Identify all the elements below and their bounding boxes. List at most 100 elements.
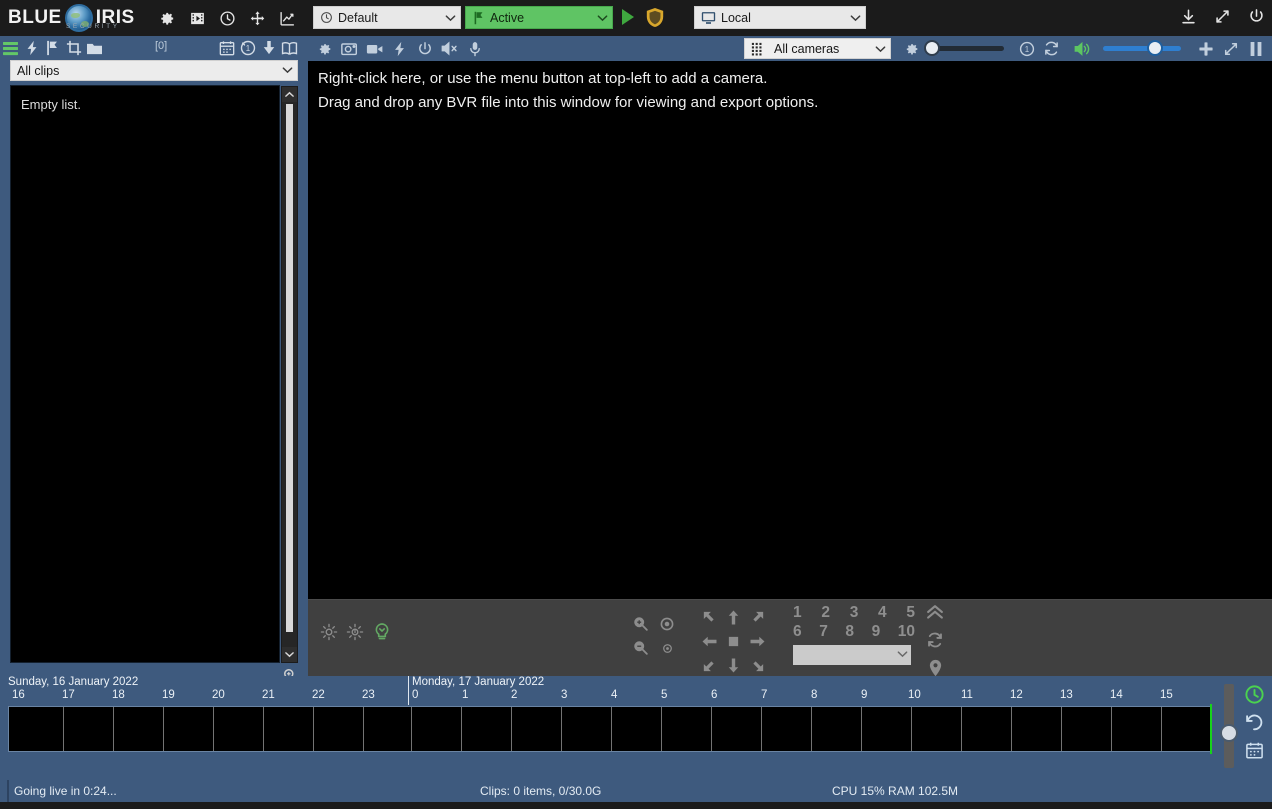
download-icon[interactable] — [258, 37, 279, 59]
profile-combo[interactable]: Default — [313, 6, 461, 29]
scrollbar-thumb[interactable] — [286, 104, 293, 632]
timer-icon[interactable]: 1 — [237, 37, 258, 59]
minimize-to-tray-icon[interactable] — [1178, 6, 1198, 26]
pan-right-icon[interactable] — [749, 633, 766, 650]
play-button[interactable] — [620, 8, 636, 31]
settings-icon[interactable] — [157, 7, 179, 29]
timeline-hour-label: 8 — [811, 689, 818, 701]
focus-near-icon[interactable] — [662, 643, 673, 654]
schedule-combo-value: Active — [490, 10, 525, 25]
timeline-gridline — [1111, 707, 1112, 751]
calendar-icon[interactable] — [216, 37, 237, 59]
timeline-hour-label: 1 — [462, 689, 469, 701]
live-clock-icon[interactable] — [1242, 682, 1266, 706]
ptz-preset-10[interactable]: 10 — [898, 623, 915, 641]
clip-filter-combo[interactable]: All clips — [10, 60, 298, 81]
cycle-preset-icon[interactable] — [926, 631, 944, 649]
clip-list-icon[interactable] — [0, 37, 21, 59]
pan-up-icon[interactable] — [725, 609, 742, 626]
home-icon[interactable] — [926, 604, 944, 621]
shield-icon[interactable] — [645, 7, 665, 33]
clip-list[interactable]: Empty list. — [10, 85, 280, 663]
timeline-hour-label: 22 — [312, 689, 325, 701]
book-icon[interactable] — [279, 37, 300, 59]
snapshot-icon[interactable] — [337, 37, 362, 61]
pan-down-right-icon[interactable] — [749, 657, 766, 674]
power-icon[interactable] — [1246, 6, 1266, 26]
pause-icon[interactable] — [1243, 37, 1268, 61]
lamp-icon[interactable] — [372, 622, 392, 642]
focus-far-icon[interactable] — [659, 616, 675, 632]
clips-icon[interactable] — [187, 7, 209, 29]
camera-selector-combo[interactable]: All cameras — [744, 38, 891, 59]
undo-icon[interactable] — [1242, 710, 1266, 734]
pan-up-right-icon[interactable] — [749, 609, 766, 626]
timeline-zoom-slider-knob[interactable] — [1220, 724, 1238, 742]
brightness-down-icon[interactable] — [320, 623, 338, 641]
pan-left-icon[interactable] — [701, 633, 718, 650]
pan-down-left-icon[interactable] — [701, 657, 718, 674]
ptz-preset-combo[interactable] — [793, 645, 911, 665]
calendar-icon[interactable] — [1242, 738, 1266, 762]
gear-icon[interactable] — [312, 37, 337, 61]
trigger-icon[interactable] — [387, 37, 412, 61]
fullscreen-icon[interactable] — [1218, 37, 1243, 61]
brightness-up-icon[interactable] — [346, 623, 364, 641]
zoom-in-icon[interactable] — [633, 616, 649, 632]
record-icon[interactable] — [362, 37, 387, 61]
timeline-hour-label: 14 — [1110, 689, 1123, 701]
cycle-icon[interactable]: 1 — [1014, 37, 1039, 61]
timeline-hour-label: 0 — [412, 689, 419, 701]
flag-icon[interactable] — [42, 37, 63, 59]
grid-icon — [751, 42, 765, 56]
ptz-preset-2[interactable]: 2 — [821, 604, 830, 622]
crop-icon[interactable] — [63, 37, 84, 59]
ptz-preset-6[interactable]: 6 — [793, 623, 802, 641]
timeline[interactable]: Sunday, 16 January 2022 Monday, 17 Janua… — [0, 676, 1272, 780]
mic-icon[interactable] — [462, 37, 487, 61]
timeline-hour-label: 10 — [908, 689, 921, 701]
refresh-icon[interactable] — [1039, 37, 1064, 61]
ptz-preset-3[interactable]: 3 — [850, 604, 859, 622]
ptz-preset-row-1: 1 2 3 4 5 — [793, 604, 915, 622]
ptz-preset-4[interactable]: 4 — [878, 604, 887, 622]
pan-stop-icon[interactable] — [727, 635, 740, 648]
ptz-preset-1[interactable]: 1 — [793, 604, 802, 622]
ptz-preset-9[interactable]: 9 — [872, 623, 881, 641]
zoom-out-icon[interactable] — [633, 640, 649, 656]
ptz-preset-7[interactable]: 7 — [819, 623, 828, 641]
clip-list-scrollbar[interactable] — [281, 86, 298, 663]
pan-up-left-icon[interactable] — [701, 609, 718, 626]
schedule-status-combo[interactable]: Active — [465, 6, 613, 29]
timeline-zoom-slider[interactable] — [1220, 684, 1238, 768]
view-size-slider[interactable] — [924, 40, 1004, 56]
schedule-icon[interactable] — [217, 7, 239, 29]
speaker-icon[interactable] — [1070, 37, 1095, 61]
ptz-preset-5[interactable]: 5 — [906, 604, 915, 622]
timeline-ruler-area[interactable]: Sunday, 16 January 2022 Monday, 17 Janua… — [0, 676, 1216, 780]
ptz-control-panel: 1 2 3 4 5 6 7 8 9 10 — [308, 599, 1272, 677]
move-icon[interactable] — [247, 7, 269, 29]
volume-slider[interactable] — [1103, 40, 1181, 56]
timeline-track[interactable] — [8, 706, 1212, 752]
gear-icon[interactable] — [899, 37, 924, 61]
pan-down-icon[interactable] — [725, 657, 742, 674]
ptz-preset-8[interactable]: 8 — [845, 623, 854, 641]
power-icon[interactable] — [412, 37, 437, 61]
scroll-down-icon[interactable] — [282, 647, 297, 662]
server-combo[interactable]: Local — [694, 6, 866, 29]
alerts-icon[interactable] — [21, 37, 42, 59]
camera-view-area[interactable]: All cameras 1 Right-click here, or use t… — [308, 36, 1272, 677]
volume-slider-knob[interactable] — [1147, 40, 1163, 56]
scroll-up-icon[interactable] — [282, 87, 297, 102]
mute-icon[interactable] — [437, 37, 462, 61]
maximize-icon[interactable] — [1212, 6, 1232, 26]
add-icon[interactable] — [1193, 37, 1218, 61]
timeline-hour-label: 23 — [362, 689, 375, 701]
timeline-gridline — [711, 707, 712, 751]
folder-icon[interactable] — [84, 37, 105, 59]
location-pin-icon[interactable] — [928, 659, 943, 677]
stats-icon[interactable] — [277, 7, 299, 29]
timeline-playhead[interactable] — [1210, 704, 1212, 754]
view-size-slider-knob[interactable] — [924, 40, 940, 56]
